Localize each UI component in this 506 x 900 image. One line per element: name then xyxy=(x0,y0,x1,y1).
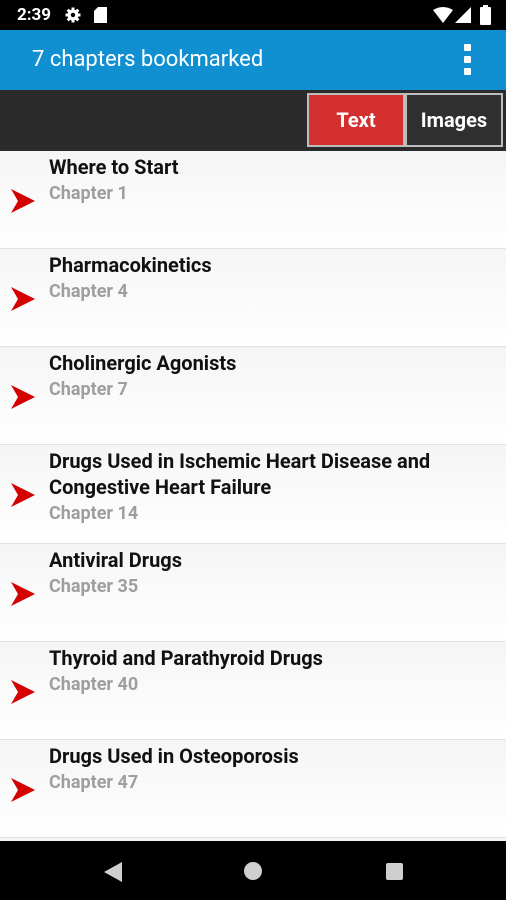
recents-icon[interactable] xyxy=(386,863,403,880)
list-item[interactable]: Thyroid and Parathyroid Drugs Chapter 40 xyxy=(0,642,506,740)
bookmark-title: Drugs Used in Osteoporosis xyxy=(49,744,299,768)
bookmark-chapter: Chapter 14 xyxy=(49,503,139,524)
battery-icon xyxy=(480,5,491,25)
bookmark-title: Pharmacokinetics xyxy=(49,253,212,277)
bookmark-title: Drugs Used in Ischemic Heart Disease and… xyxy=(49,449,431,499)
signal-icon xyxy=(455,7,471,23)
red-arrow-bookmark-icon xyxy=(11,778,35,802)
page-title: 7 chapters bookmarked xyxy=(32,47,264,72)
red-arrow-bookmark-icon xyxy=(11,385,35,409)
red-arrow-bookmark-icon xyxy=(11,582,35,606)
back-icon[interactable] xyxy=(104,862,122,882)
list-item[interactable]: Cholinergic Agonists Chapter 7 xyxy=(0,347,506,445)
tab-images[interactable]: Images xyxy=(405,93,503,147)
bookmark-chapter: Chapter 40 xyxy=(49,674,139,695)
list-item[interactable]: Drugs Used in Ischemic Heart Disease and… xyxy=(0,445,506,544)
wifi-icon xyxy=(433,7,453,23)
bookmark-chapter: Chapter 1 xyxy=(49,183,128,204)
bookmark-title: Thyroid and Parathyroid Drugs xyxy=(49,646,323,670)
bookmark-chapter: Chapter 35 xyxy=(49,576,139,597)
list-item[interactable]: Where to Start Chapter 1 xyxy=(0,151,506,249)
more-vert-icon[interactable] xyxy=(456,44,478,76)
red-arrow-bookmark-icon xyxy=(11,680,35,704)
status-bar: 2:39 xyxy=(0,0,506,30)
bookmark-chapter: Chapter 4 xyxy=(49,281,128,302)
list-item[interactable]: Pharmacokinetics Chapter 4 xyxy=(0,249,506,347)
red-arrow-bookmark-icon xyxy=(11,287,35,311)
red-arrow-bookmark-icon xyxy=(11,189,35,213)
tab-bar: Text Images xyxy=(0,90,506,151)
bookmark-list: Where to Start Chapter 1 Pharmacokinetic… xyxy=(0,151,506,841)
bookmark-chapter: Chapter 47 xyxy=(49,772,139,793)
bookmark-title: Cholinergic Agonists xyxy=(49,351,237,375)
bookmark-chapter: Chapter 7 xyxy=(49,379,128,400)
tab-text[interactable]: Text xyxy=(307,93,405,147)
list-item[interactable]: Drugs Used in Osteoporosis Chapter 47 xyxy=(0,740,506,838)
bookmark-title: Where to Start xyxy=(49,155,179,179)
home-icon[interactable] xyxy=(244,862,262,880)
sd-card-icon xyxy=(94,7,107,23)
red-arrow-bookmark-icon xyxy=(11,483,35,507)
status-time: 2:39 xyxy=(17,5,52,25)
gear-icon xyxy=(65,7,81,23)
navigation-bar xyxy=(0,841,506,900)
app-bar: 7 chapters bookmarked xyxy=(0,30,506,90)
bookmark-title: Antiviral Drugs xyxy=(49,548,183,572)
list-item[interactable]: Antiviral Drugs Chapter 35 xyxy=(0,544,506,642)
